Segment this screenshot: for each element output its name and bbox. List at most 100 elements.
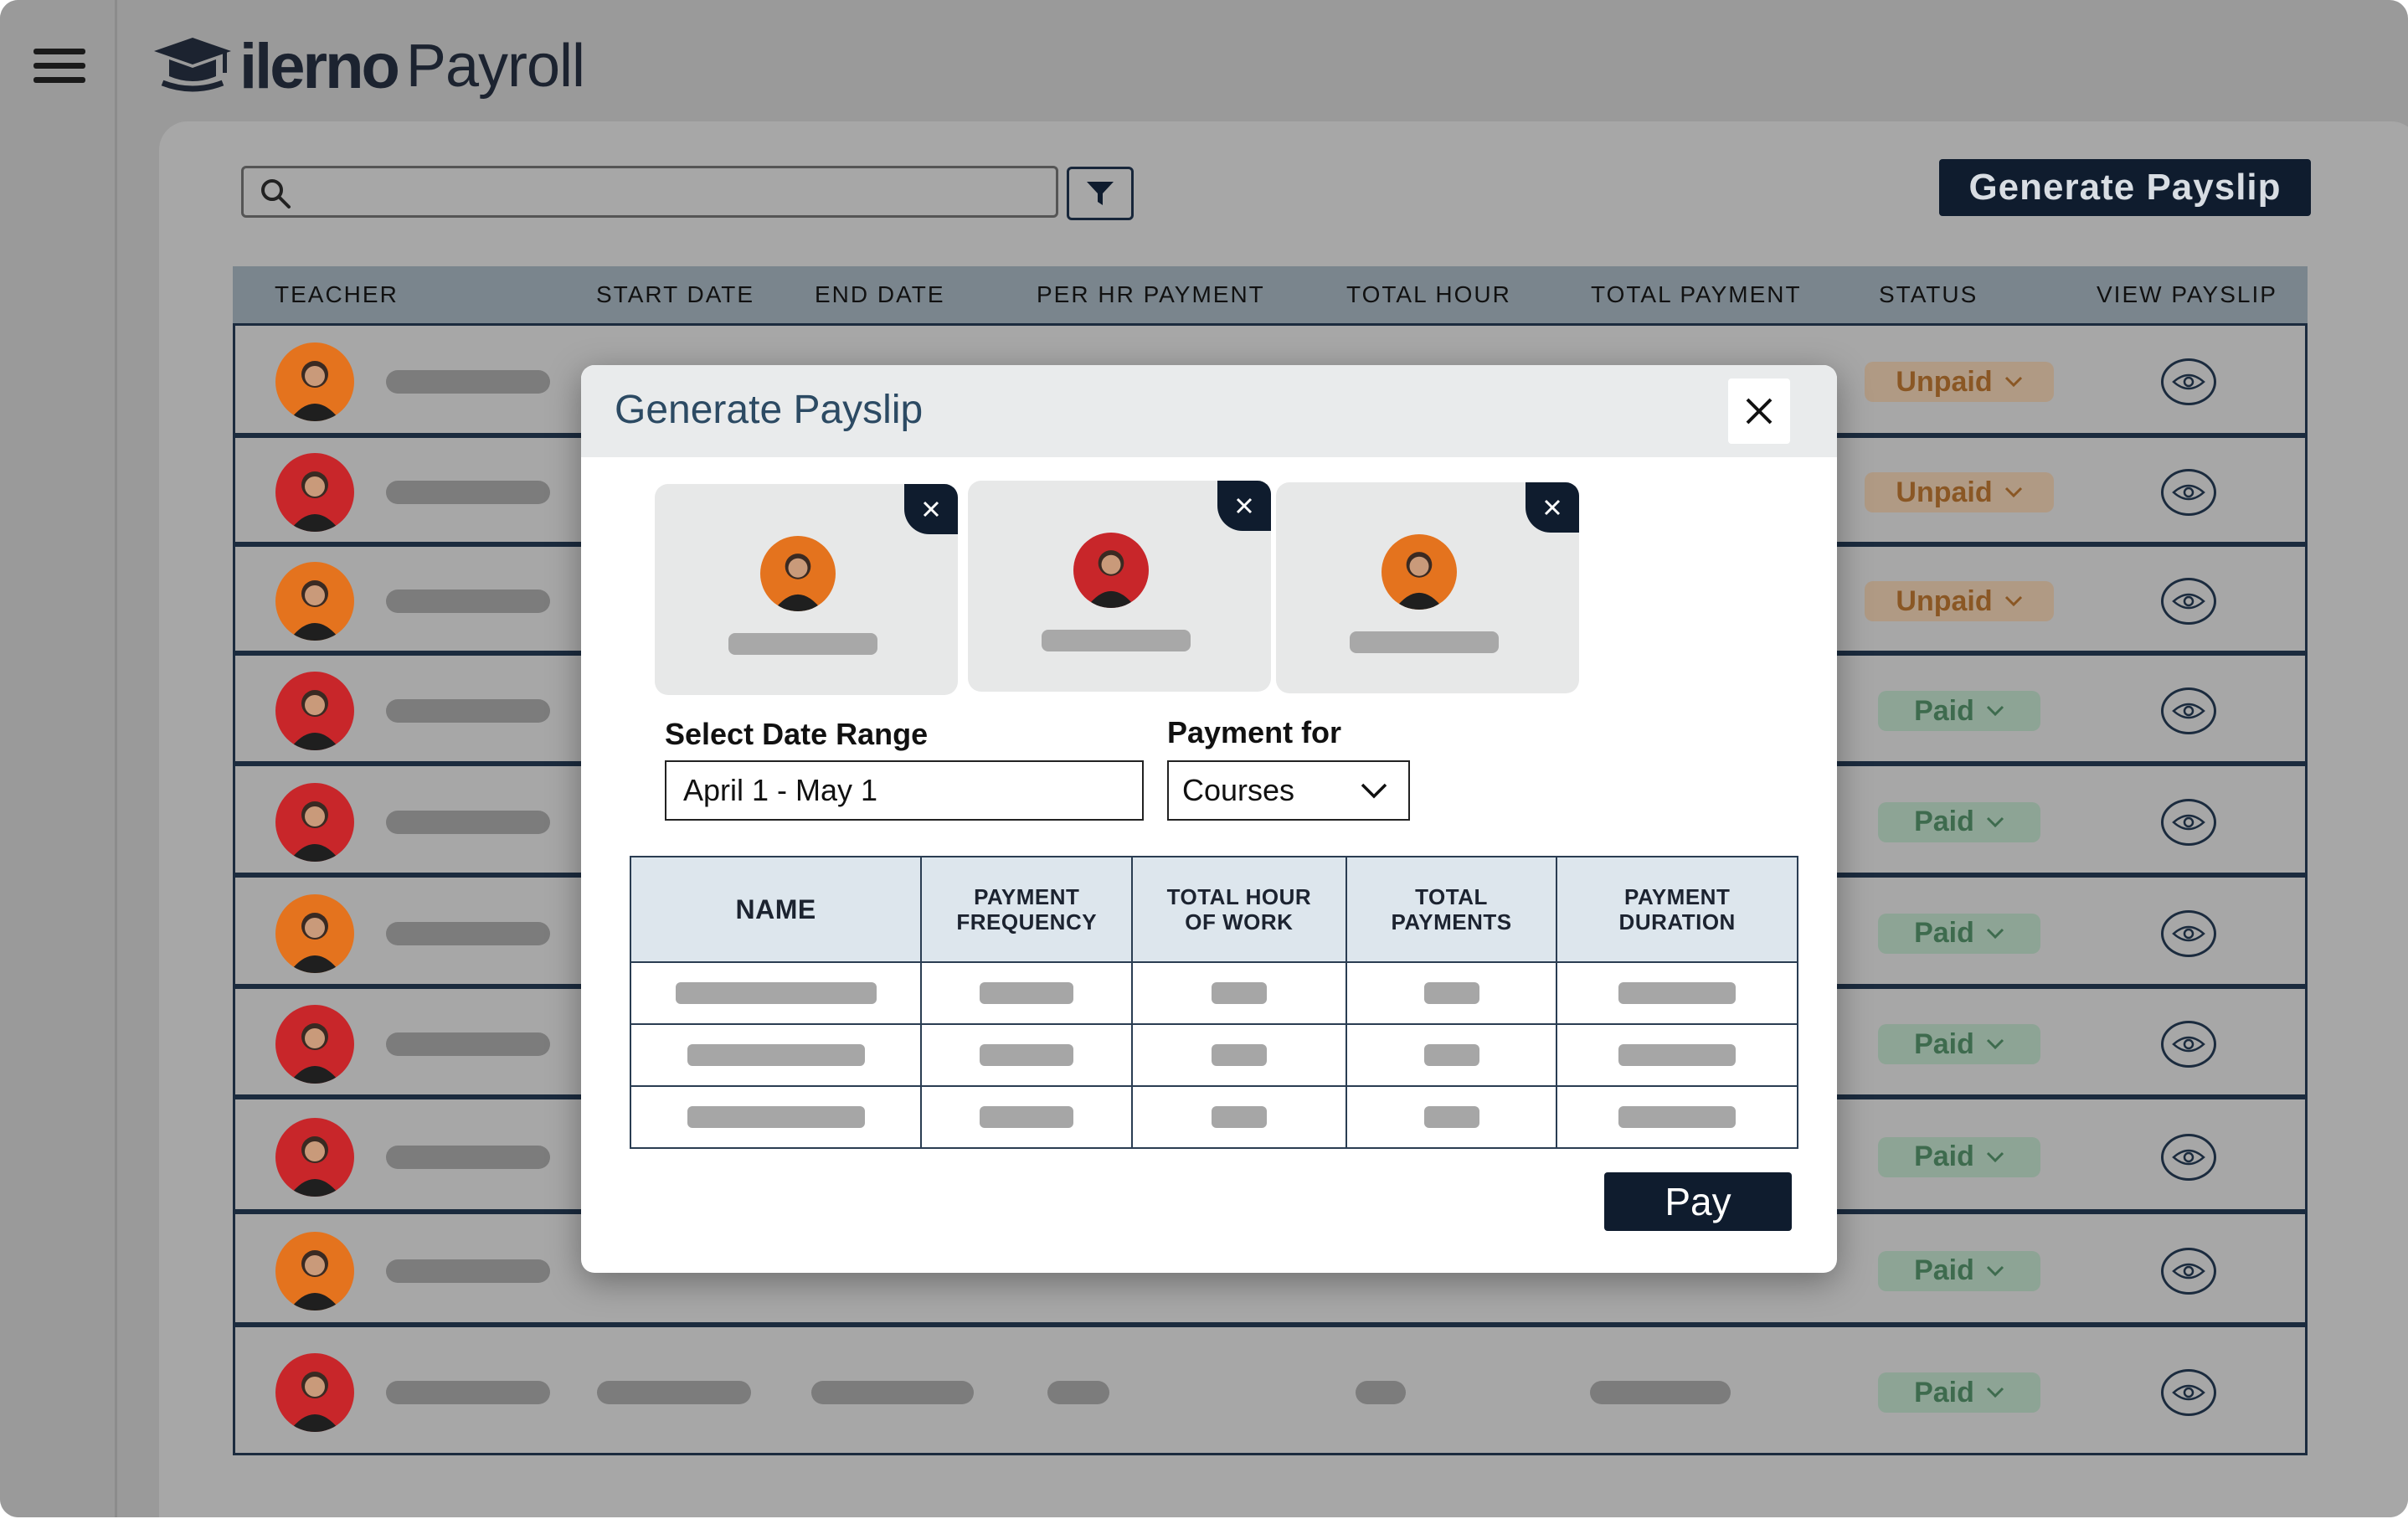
teacher-name-placeholder	[386, 481, 550, 504]
chevron-down-icon	[2004, 487, 2022, 498]
cell-placeholder	[1423, 1044, 1479, 1066]
selected-teacher-card	[1276, 482, 1579, 693]
teacher-name-placeholder	[386, 1145, 550, 1169]
chevron-down-icon	[2004, 595, 2022, 607]
status-dropdown[interactable]: Unpaid	[1865, 362, 2054, 402]
eye-icon	[2172, 1036, 2205, 1053]
payslip-table: NAME PAYMENT FREQUENCY TOTAL HOUR OF WORK …	[629, 856, 1798, 1149]
cell-placeholder	[675, 982, 877, 1004]
view-payslip-button[interactable]	[2161, 687, 2216, 734]
teacher-name-placeholder	[386, 590, 550, 613]
col-header-end-date: END DATE	[815, 281, 945, 307]
teacher-name-placeholder	[386, 1259, 550, 1283]
brand-logo: ilerno Payroll	[151, 28, 585, 104]
cell-placeholder	[1211, 982, 1267, 1004]
view-payslip-button[interactable]	[2161, 909, 2216, 957]
payslip-table-row	[629, 1023, 1798, 1087]
status-label: Unpaid	[1896, 584, 1993, 617]
cell-placeholder	[1047, 1381, 1109, 1404]
view-payslip-button[interactable]	[2161, 1133, 2216, 1181]
filter-icon	[1087, 182, 1114, 205]
remove-teacher-button[interactable]	[904, 484, 958, 534]
graduation-cap-logo-icon	[154, 38, 231, 92]
eye-icon	[2172, 1149, 2205, 1165]
payment-for-select[interactable]: Courses	[1167, 760, 1410, 821]
status-label: Paid	[1914, 806, 1974, 837]
table-row[interactable]: Paid	[233, 1325, 2308, 1455]
teacher-avatar	[1382, 534, 1457, 610]
close-icon	[1544, 499, 1561, 516]
view-payslip-button[interactable]	[2161, 578, 2216, 625]
status-dropdown[interactable]: Unpaid	[1865, 581, 2054, 621]
cell-placeholder	[1618, 982, 1737, 1004]
teacher-avatar	[275, 1117, 354, 1197]
teacher-avatar	[275, 782, 354, 862]
view-payslip-button[interactable]	[2161, 798, 2216, 846]
col-header-name: NAME	[629, 856, 923, 963]
teacher-avatar	[275, 342, 354, 421]
payslip-cell	[920, 961, 1134, 1025]
modal-header: Generate Payslip	[581, 365, 1837, 457]
chevron-down-icon	[1986, 1265, 2004, 1276]
cell-placeholder	[687, 1106, 865, 1128]
status-dropdown[interactable]: Paid	[1878, 1136, 2040, 1177]
cell-placeholder	[687, 1044, 865, 1066]
search-input[interactable]	[241, 166, 1058, 218]
pay-button[interactable]: Pay	[1604, 1172, 1792, 1231]
status-dropdown[interactable]: Paid	[1878, 1024, 2040, 1064]
view-payslip-button[interactable]	[2161, 1021, 2216, 1068]
payslip-cell	[1131, 1085, 1347, 1149]
col-header-start-date: START DATE	[596, 281, 755, 307]
teacher-name-placeholder	[1042, 630, 1191, 651]
status-dropdown[interactable]: Paid	[1878, 1250, 2040, 1291]
status-dropdown[interactable]: Unpaid	[1865, 472, 2054, 512]
date-range-input[interactable]: April 1 - May 1	[665, 760, 1144, 821]
teacher-name-placeholder	[386, 921, 550, 945]
payslip-cell	[1556, 1085, 1798, 1149]
remove-teacher-button[interactable]	[1526, 482, 1579, 533]
cell-placeholder	[1618, 1044, 1737, 1066]
col-header-status: STATUS	[1879, 281, 1978, 307]
remove-teacher-button[interactable]	[1217, 481, 1271, 531]
payslip-cell	[1131, 961, 1347, 1025]
view-payslip-button[interactable]	[2161, 358, 2216, 405]
col-header-per-hr-payment: PER HR PAYMENT	[1037, 281, 1265, 307]
filter-button[interactable]	[1067, 167, 1134, 220]
payslip-cell	[1556, 961, 1798, 1025]
status-label: Paid	[1914, 1376, 1974, 1408]
col-header-total-hour-of-work: TOTAL HOUR OF WORK	[1131, 856, 1347, 963]
payslip-cell	[1345, 961, 1558, 1025]
eye-icon	[2172, 1263, 2205, 1279]
eye-icon	[2172, 814, 2205, 830]
modal-close-button[interactable]	[1728, 378, 1790, 444]
view-payslip-button[interactable]	[2161, 469, 2216, 516]
status-dropdown[interactable]: Paid	[1878, 801, 2040, 842]
payment-for-label: Payment for	[1167, 715, 1342, 749]
chevron-down-icon	[1986, 1151, 2004, 1162]
teacher-name-placeholder	[386, 810, 550, 834]
teacher-avatar	[1073, 533, 1149, 608]
close-icon	[1236, 497, 1253, 514]
payslip-cell	[629, 961, 923, 1025]
selected-teacher-card	[655, 484, 958, 695]
payslip-cell	[1345, 1023, 1558, 1087]
teacher-name-placeholder	[386, 370, 550, 394]
cell-placeholder	[1356, 1381, 1406, 1404]
view-payslip-button[interactable]	[2161, 1247, 2216, 1295]
payslip-cell	[1131, 1023, 1347, 1087]
status-dropdown[interactable]: Paid	[1878, 691, 2040, 731]
status-dropdown[interactable]: Paid	[1878, 913, 2040, 954]
teacher-avatar	[275, 1353, 354, 1432]
status-dropdown[interactable]: Paid	[1878, 1372, 2040, 1413]
search-icon	[261, 179, 291, 209]
chevron-down-icon	[1361, 783, 1387, 799]
generate-payslip-button[interactable]: Generate Payslip	[1939, 159, 2311, 216]
brand-product: Payroll	[405, 33, 585, 100]
teacher-avatar	[275, 1231, 354, 1310]
hamburger-menu-icon[interactable]	[33, 49, 85, 84]
teacher-name-placeholder	[386, 1032, 550, 1056]
status-label: Unpaid	[1896, 476, 1993, 508]
app-frame: ilerno Payroll Generate Payslip TEACHER …	[0, 0, 2408, 1517]
view-payslip-button[interactable]	[2161, 1369, 2216, 1416]
cell-placeholder	[1211, 1044, 1267, 1066]
